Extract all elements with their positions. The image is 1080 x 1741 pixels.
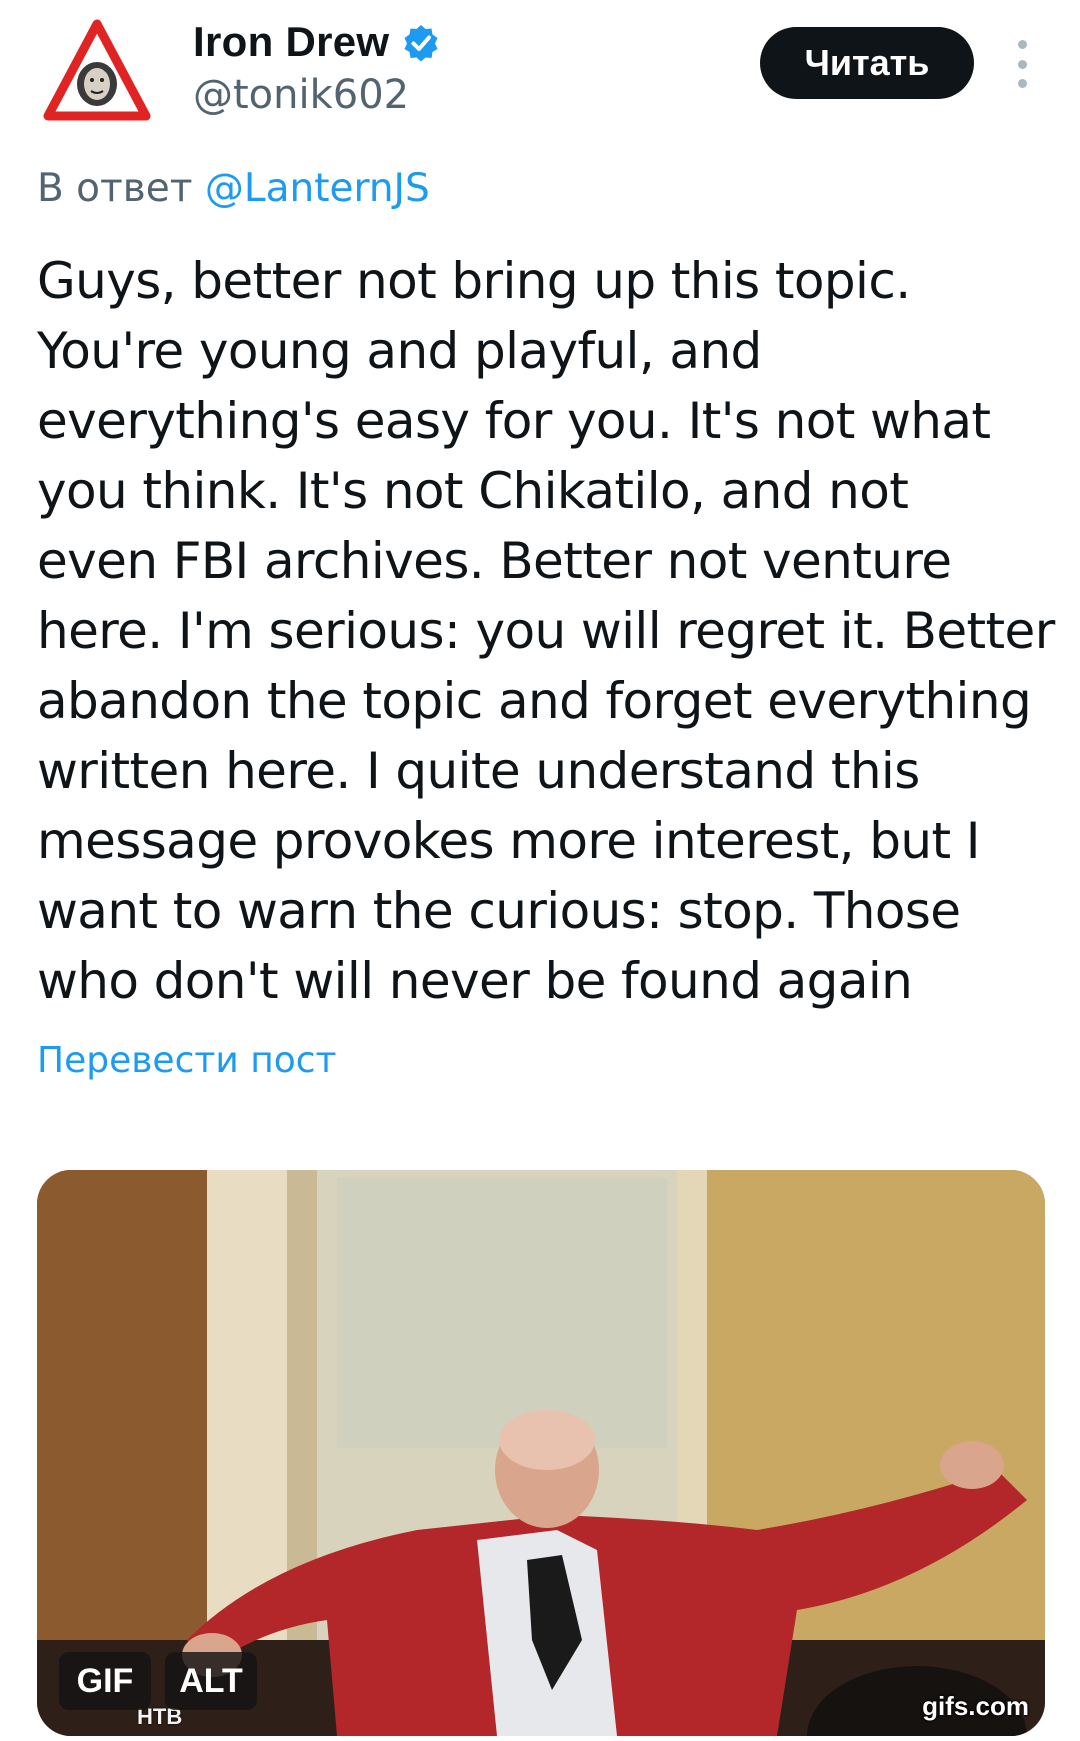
follow-button[interactable]: Читать <box>760 27 974 99</box>
name-row: Iron Drew <box>193 14 441 70</box>
translate-post-link[interactable]: Перевести пост <box>37 1040 337 1081</box>
alt-text-badge[interactable]: ALT <box>165 1652 257 1710</box>
tweet-text: Guys, better not bring up this topic. Yo… <box>37 252 1055 1010</box>
reply-context: В ответ @LanternJS <box>37 166 430 211</box>
reply-mention-link[interactable]: @LanternJS <box>205 166 430 211</box>
display-name[interactable]: Iron Drew <box>193 18 389 66</box>
verified-badge-icon[interactable] <box>401 23 441 63</box>
gif-media[interactable]: НТВ GIF ALT gifs.com <box>37 1170 1045 1736</box>
user-handle[interactable]: @tonik602 <box>193 72 441 118</box>
avatar[interactable] <box>42 18 152 128</box>
avatar-warning-sign-icon <box>43 19 151 121</box>
gif-badge[interactable]: GIF <box>59 1652 151 1710</box>
gifs-watermark: gifs.com <box>922 1691 1029 1721</box>
more-vertical-icon[interactable] <box>1010 40 1034 88</box>
author-block: Iron Drew @tonik602 <box>193 14 441 118</box>
reply-prefix: В ответ <box>37 166 193 211</box>
